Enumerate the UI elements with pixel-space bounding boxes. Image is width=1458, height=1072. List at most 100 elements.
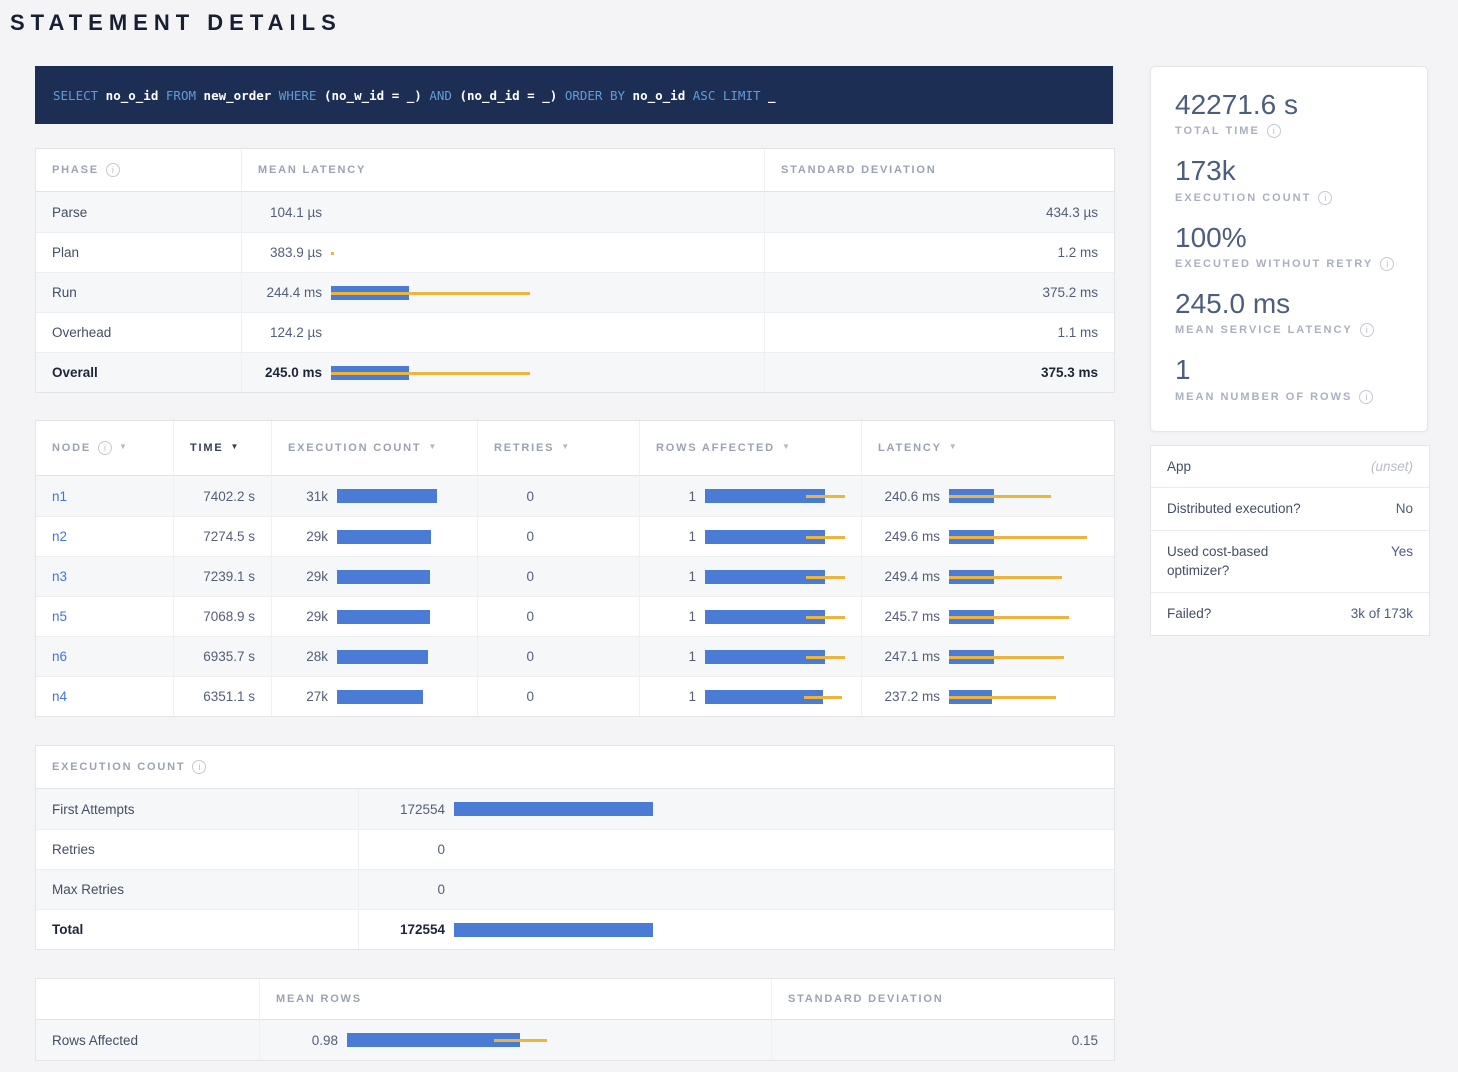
sidebar: 42271.6 sTOTAL TIMEi173kEXECUTION COUNTi… <box>1150 66 1428 636</box>
time-cell: 7239.1 s <box>173 556 271 596</box>
node-link[interactable]: n6 <box>52 649 67 664</box>
rows-affected-cell: 1 <box>639 556 861 596</box>
bar-segment <box>337 530 431 544</box>
std-dev-whisker <box>949 495 1051 498</box>
latency-cell: 247.1 ms <box>861 636 1114 676</box>
rows-std-dev-header-label: STANDARD DEVIATION <box>788 993 943 1005</box>
cell-value: 172554 <box>375 922 445 937</box>
info-icon[interactable]: i <box>1359 390 1373 404</box>
info-icon[interactable]: i <box>1360 323 1374 337</box>
page-layout: SELECT no_o_id FROM new_order WHERE (no_… <box>35 66 1458 1061</box>
node-link[interactable]: n3 <box>52 569 67 584</box>
sort-arrow-icon: ▼ <box>782 442 792 451</box>
cell-value: 1 <box>656 609 696 624</box>
details-row: Used cost-based optimizer?Yes <box>1151 530 1429 592</box>
sql-identifier: (no_d_id <box>452 88 520 103</box>
execution-count-cell: 28k <box>271 636 477 676</box>
node-column-header[interactable]: NODEi▼ <box>36 421 173 476</box>
sort-arrow-icon: ▼ <box>428 442 438 451</box>
phase-row: Overhead124.2 µs1.1 ms <box>36 312 1114 352</box>
std-dev-whisker <box>806 616 845 619</box>
info-icon[interactable]: i <box>106 163 120 177</box>
value-bar <box>337 610 457 624</box>
cell-value: 1 <box>656 689 696 704</box>
sort-arrow-icon: ▼ <box>230 442 240 451</box>
mean-rows-cell: 0.98 <box>259 1020 771 1060</box>
cell-value: 0 <box>494 489 534 504</box>
info-icon[interactable]: i <box>98 441 112 455</box>
page-title: STATEMENT DETAILS <box>10 10 1458 36</box>
latency-cell: 249.6 ms <box>861 516 1114 556</box>
mean-rows-column-header: MEAN ROWS <box>259 979 771 1020</box>
cell-value: 1 <box>656 489 696 504</box>
phase-column-header: PHASEi <box>36 149 241 192</box>
value-bar <box>705 530 855 544</box>
mean-latency-cell: 244.4 ms <box>241 272 764 312</box>
cell-value: 245.0 ms <box>258 365 322 380</box>
summary-stat: 1MEAN NUMBER OF ROWSi <box>1175 354 1403 403</box>
node-link[interactable]: n4 <box>52 689 67 704</box>
stat-value: 245.0 ms <box>1175 288 1403 319</box>
time-cell: 6351.1 s <box>173 676 271 716</box>
node-link[interactable]: n2 <box>52 529 67 544</box>
sql-identifier: _) <box>535 88 558 103</box>
cell-value: 0 <box>375 882 445 897</box>
cell-value: 245.7 ms <box>878 609 940 624</box>
execution-count-title: EXECUTION COUNT <box>52 761 185 773</box>
time-column-header[interactable]: TIME▼ <box>173 421 271 476</box>
details-value: Yes <box>1333 530 1429 592</box>
info-icon[interactable]: i <box>192 760 206 774</box>
stat-value: 1 <box>1175 354 1403 385</box>
execution-table-header-row: EXECUTION COUNT i <box>36 746 1114 789</box>
details-row: App(unset) <box>1151 446 1429 488</box>
node-cell: n6 <box>36 636 173 676</box>
details-label: Distributed execution? <box>1151 487 1333 530</box>
mean-latency-header-label: MEAN LATENCY <box>258 164 366 176</box>
execution-count-value-cell: 172554 <box>358 789 1114 829</box>
rows-affected-column-header[interactable]: ROWS AFFECTED▼ <box>639 421 861 476</box>
mean-latency-cell: 245.0 ms <box>241 352 764 392</box>
sql-keyword: LIMIT <box>715 88 760 103</box>
rows-affected-cell: 1 <box>639 596 861 636</box>
sql-keyword: FROM <box>158 88 196 103</box>
time-cell: 7402.2 s <box>173 476 271 516</box>
stat-label: EXECUTION COUNTi <box>1175 191 1403 205</box>
mean-latency-cell: 104.1 µs <box>241 192 764 232</box>
phase-table-header-row: PHASEi MEAN LATENCY STANDARD DEVIATION <box>36 149 1114 192</box>
cell-value: 249.4 ms <box>878 569 940 584</box>
cell-value: 29k <box>288 529 328 544</box>
value-bar <box>331 366 541 380</box>
time-cell: 7068.9 s <box>173 596 271 636</box>
sql-keyword: AND <box>422 88 452 103</box>
phase-latency-table: PHASEi MEAN LATENCY STANDARD DEVIATION P… <box>35 148 1115 393</box>
value-bar <box>705 570 855 584</box>
bar-segment <box>454 802 653 816</box>
info-icon[interactable]: i <box>1318 191 1332 205</box>
execution-count-cell: 29k <box>271 556 477 596</box>
sql-identifier: _) <box>399 88 422 103</box>
node-row: n66935.7 s28k01247.1 ms <box>36 636 1114 676</box>
node-header-label: NODE <box>52 442 91 454</box>
stat-label: MEAN SERVICE LATENCYi <box>1175 323 1403 337</box>
info-icon[interactable]: i <box>1380 257 1394 271</box>
latency-column-header[interactable]: LATENCY▼ <box>861 421 1114 476</box>
stat-label: EXECUTED WITHOUT RETRYi <box>1175 257 1403 271</box>
sql-keyword: BY <box>602 88 625 103</box>
execution-count-cell: 29k <box>271 516 477 556</box>
info-icon[interactable]: i <box>1267 124 1281 138</box>
retries-column-header[interactable]: RETRIES▼ <box>477 421 639 476</box>
latency-cell: 249.4 ms <box>861 556 1114 596</box>
execution-count-column-header[interactable]: EXECUTION COUNT▼ <box>271 421 477 476</box>
std-dev-whisker <box>331 292 530 295</box>
phase-label: Overall <box>36 352 241 392</box>
value-bar <box>337 530 457 544</box>
value-bar <box>331 246 541 260</box>
statement-details-panel: App(unset)Distributed execution?NoUsed c… <box>1150 445 1430 636</box>
bar-segment <box>454 923 653 937</box>
sql-statement-text: SELECT no_o_id FROM new_order WHERE (no_… <box>53 88 776 103</box>
cell-value: 172554 <box>375 802 445 817</box>
node-link[interactable]: n1 <box>52 489 67 504</box>
node-link[interactable]: n5 <box>52 609 67 624</box>
value-bar <box>949 530 1094 544</box>
std-dev-whisker <box>949 696 1056 699</box>
